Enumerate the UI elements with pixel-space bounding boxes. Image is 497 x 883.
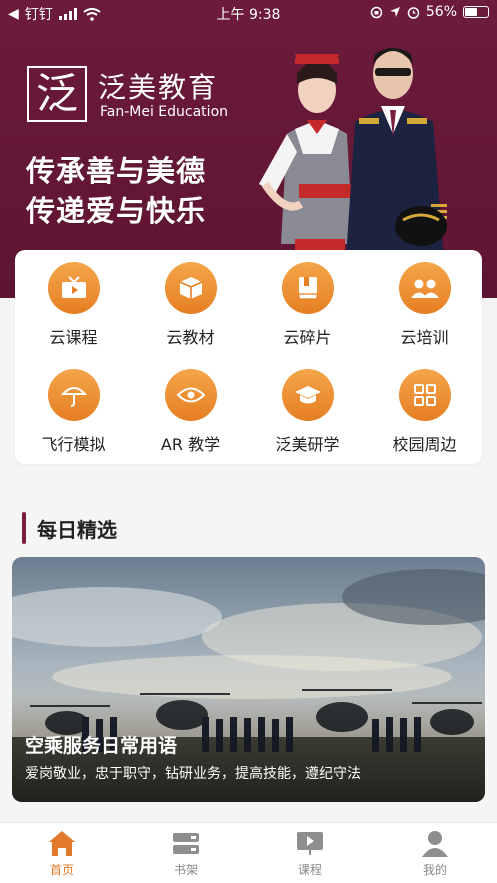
- tab-bookshelf[interactable]: 书架: [136, 829, 236, 878]
- feature-campus-nearby[interactable]: 校园周边: [366, 357, 483, 457]
- grid-icon: [398, 369, 451, 421]
- feature-cloud-textbook[interactable]: 云教材: [132, 250, 249, 350]
- battery-icon: [463, 6, 489, 18]
- eye-icon: [164, 369, 217, 421]
- feature-label: AR 教学: [160, 435, 221, 454]
- section-accent-bar: [22, 512, 26, 544]
- featured-subtitle: 爱岗敬业，忠于职守，钻研业务，提高技能，遵纪守法: [25, 766, 361, 782]
- feature-cloud-course[interactable]: 云课程: [15, 250, 132, 350]
- profile-icon: [422, 831, 448, 857]
- tab-home[interactable]: 首页: [12, 829, 112, 878]
- feature-label: 校园周边: [392, 435, 457, 454]
- feature-label: 云课程: [49, 328, 98, 347]
- feature-cloud-fragments[interactable]: 云碎片: [249, 250, 366, 350]
- status-bar: ◀ 钉钉 上午 9:38 56%: [0, 0, 497, 26]
- slogan-line-1: 传承善与美德: [26, 154, 207, 188]
- tv-icon: [47, 262, 100, 314]
- umbrella-icon: [47, 369, 100, 421]
- home-icon: [49, 831, 75, 856]
- slogan-line-2: 传递爱与快乐: [26, 194, 207, 228]
- brand-name-cn: 泛美教育: [98, 71, 219, 104]
- battery-percent: 56%: [425, 4, 457, 20]
- feature-fanmei-study[interactable]: 泛美研学: [249, 357, 366, 457]
- brand-logo: 泛: [27, 66, 87, 122]
- crew-illustration: [259, 48, 447, 274]
- feature-flight-sim[interactable]: 飞行模拟: [15, 357, 132, 457]
- graduation-cap-icon: [281, 369, 334, 421]
- daily-section-title: 每日精选: [37, 518, 117, 542]
- bookshelf-icon: [173, 833, 199, 854]
- feature-label: 云教材: [166, 328, 215, 347]
- box-icon: [164, 262, 217, 314]
- daily-featured-card[interactable]: 空乘服务日常用语 爱岗敬业，忠于职守，钻研业务，提高技能，遵纪守法: [12, 557, 485, 802]
- feature-label: 云碎片: [283, 328, 332, 347]
- feature-ar-teaching[interactable]: AR 教学: [132, 357, 249, 457]
- tab-profile[interactable]: 我的: [385, 829, 485, 878]
- book-icon: [281, 262, 334, 314]
- group-icon: [398, 262, 451, 314]
- location-icon: [389, 7, 400, 17]
- course-icon: [297, 832, 323, 855]
- feature-grid: 云课程 云教材 云碎片 云培训 飞行模拟 AR 教学 泛美研学 校园周边: [15, 250, 482, 464]
- featured-title: 空乘服务日常用语: [25, 735, 178, 757]
- feature-label: 飞行模拟: [41, 435, 106, 454]
- alarm-icon: [407, 6, 420, 19]
- feature-label: 泛美研学: [275, 435, 340, 454]
- tab-courses[interactable]: 课程: [260, 829, 360, 878]
- bottom-tab-bar: 首页 书架 课程 我的: [0, 822, 497, 883]
- feature-cloud-training[interactable]: 云培训: [366, 250, 483, 350]
- feature-label: 云培训: [400, 328, 449, 347]
- orientation-lock-icon: [370, 6, 383, 18]
- brand-name-en: Fan-Mei Education: [100, 104, 229, 120]
